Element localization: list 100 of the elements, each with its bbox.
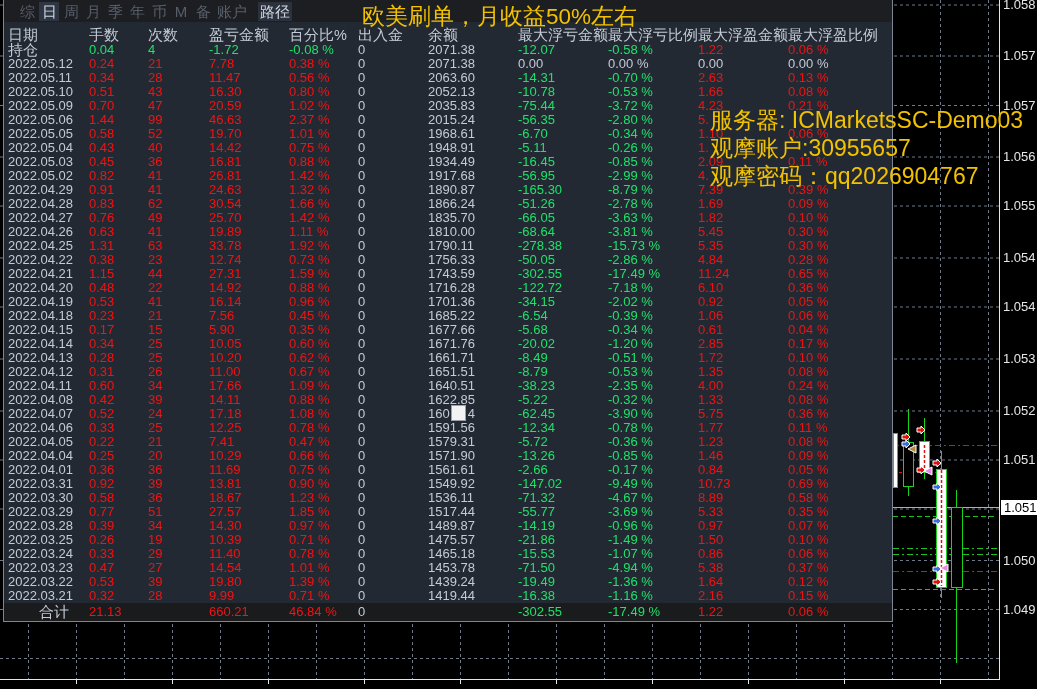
table-cell: 0 <box>358 311 366 321</box>
price-label: 1.056 <box>1003 152 1036 162</box>
table-cell: 1.72 <box>698 353 724 363</box>
date-cell: 2022.04.08 <box>8 395 74 405</box>
report-tab[interactable]: M <box>171 1 191 21</box>
path-button[interactable]: 路径 <box>258 1 292 21</box>
table-cell: 0.65 % <box>788 269 829 279</box>
table-cell: 14.11 <box>209 395 241 405</box>
table-cell: 1.31 <box>89 241 115 251</box>
table-cell: -19.49 <box>518 577 555 587</box>
table-cell: 0.15 % <box>788 591 829 601</box>
table-cell: -15.73 % <box>608 241 661 251</box>
table-cell: 0.28 <box>89 353 115 363</box>
table-cell: 2071.38 <box>428 45 475 55</box>
table-cell: -13.26 <box>518 451 555 461</box>
table-cell: -278.38 <box>518 241 563 251</box>
table-cell: 0.17 <box>89 325 115 335</box>
table-cell: -3.81 % <box>608 227 653 237</box>
table-cell: 0.11 % <box>788 157 828 167</box>
date-cell: 2022.04.05 <box>8 437 74 447</box>
table-cell: 0.26 <box>89 535 115 545</box>
table-cell: 0.70 <box>89 101 115 111</box>
column-header: 次数 <box>148 29 178 41</box>
report-tab[interactable]: 备 <box>193 1 213 21</box>
report-tab[interactable]: 周 <box>61 1 81 21</box>
report-tab[interactable]: 日 <box>39 1 59 21</box>
current-price-label: 1.051 <box>1001 500 1037 515</box>
table-cell: 0.75 % <box>289 143 330 153</box>
report-tab[interactable]: 币 <box>149 1 169 21</box>
table-cell: 0.08 % <box>788 437 829 447</box>
table-cell: 16.14 <box>209 297 242 307</box>
date-cell: 2022.04.12 <box>8 367 74 377</box>
date-cell: 2022.04.07 <box>8 409 74 419</box>
date-cell: 2022.05.11 <box>8 73 73 83</box>
table-cell: 0 <box>358 479 366 489</box>
table-cell: 1.50 <box>698 535 724 545</box>
table-cell: -0.85 % <box>608 451 653 461</box>
table-cell: 25 <box>148 339 163 349</box>
table-cell: 4.23 <box>698 101 724 111</box>
table-cell: 2.37 % <box>289 115 330 125</box>
table-cell: -12.34 <box>518 423 555 433</box>
price-label: 1.049 <box>1003 604 1036 615</box>
table-cell: 0 <box>358 325 366 335</box>
table-cell: 0 <box>358 549 366 559</box>
table-cell: 0.17 % <box>788 339 829 349</box>
report-tab[interactable]: 账户 <box>215 1 249 21</box>
table-cell: 1835.70 <box>428 213 475 223</box>
table-cell: 0.06 % <box>788 549 829 559</box>
table-cell: -4.94 % <box>608 563 653 573</box>
table-cell: 0 <box>358 143 366 153</box>
table-cell: -8.79 <box>518 367 548 377</box>
report-tab[interactable]: 综 <box>17 1 37 21</box>
table-cell: 4.84 <box>698 255 724 265</box>
table-cell: 41 <box>148 185 163 195</box>
report-tab[interactable]: 季 <box>105 1 125 21</box>
date-cell: 2022.05.09 <box>8 101 74 111</box>
table-cell: 1677.66 <box>428 325 475 335</box>
table-cell: 0 <box>358 269 366 279</box>
column-header: 最大浮亏金额 <box>518 29 608 41</box>
date-cell: 2022.05.04 <box>8 143 74 153</box>
table-cell: 1.92 % <box>289 241 330 251</box>
table-cell: 0.11 % <box>788 423 828 433</box>
table-cell: 0.35 % <box>289 325 330 335</box>
table-cell: 0.80 % <box>289 87 330 97</box>
table-cell: 16.30 <box>209 87 242 97</box>
table-cell: -66.05 <box>518 213 555 223</box>
table-cell: 0.56 % <box>289 73 330 83</box>
table-cell: -165.30 <box>518 185 563 195</box>
table-cell: 0.30 % <box>788 227 829 237</box>
table-cell: 18.67 <box>209 493 242 503</box>
table-cell: 40 <box>148 143 163 153</box>
table-cell: 1701.36 <box>428 297 475 307</box>
table-cell: 0.91 <box>89 185 115 195</box>
table-cell: -302.55 <box>518 269 563 279</box>
report-tab[interactable]: 年 <box>127 1 147 21</box>
table-cell: 0 <box>358 493 366 503</box>
table-cell: 1.66 % <box>289 199 330 209</box>
table-cell: -8.49 <box>518 353 548 363</box>
table-cell: 1.42 % <box>289 213 330 223</box>
table-cell: 5. <box>698 115 709 125</box>
column-header: 日期 <box>8 29 38 41</box>
table-cell: 11.00 <box>209 367 241 377</box>
table-cell: 21 <box>148 59 163 69</box>
table-cell: 11.47 <box>209 73 241 83</box>
table-cell: 2015.24 <box>428 115 475 125</box>
table-cell: 26.81 <box>209 171 242 181</box>
table-cell: -71.32 <box>518 493 555 503</box>
table-cell: 1.46 <box>698 451 724 461</box>
report-tab[interactable]: 月 <box>83 1 103 21</box>
table-cell: -6.70 <box>518 129 548 139</box>
table-cell: 0.52 <box>89 409 115 419</box>
table-cell: 0.71 % <box>289 591 330 601</box>
table-cell: 160 <box>428 409 450 419</box>
table-cell: -56.35 <box>518 115 555 125</box>
table-cell: 52 <box>148 129 163 139</box>
table-cell: 5.45 <box>698 227 724 237</box>
table-cell: 13.81 <box>209 479 242 489</box>
table-cell: 0.67 % <box>289 367 330 377</box>
date-cell: 2022.03.28 <box>8 521 74 531</box>
table-cell: 0.47 % <box>289 437 330 447</box>
